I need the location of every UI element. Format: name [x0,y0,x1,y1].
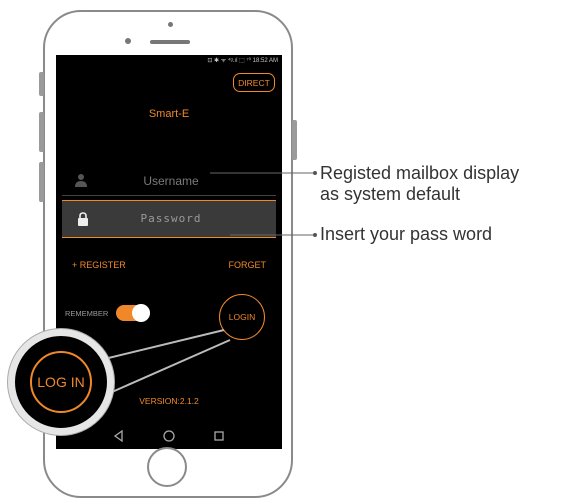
mailbox-annotation-line2: as system default [320,184,461,204]
password-annotation: Insert your pass word [320,224,493,244]
mailbox-annotation-line1: Registed mailbox display [320,163,520,183]
zoom-magnifier: LOG IN [8,329,114,435]
callout-dot [313,233,317,237]
mailbox-annotation: Registed mailbox display as system defau… [320,163,519,205]
callout-dot [313,171,317,175]
zoomed-login-button: LOG IN [30,351,92,413]
